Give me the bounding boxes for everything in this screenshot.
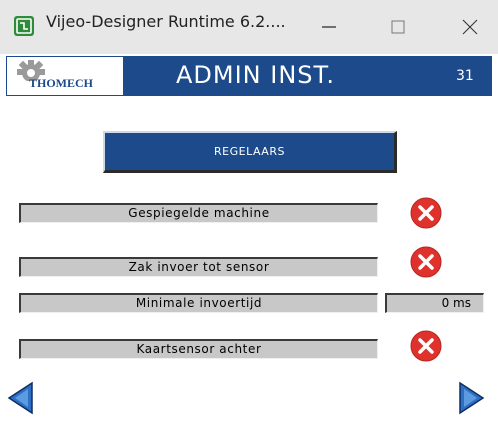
invoertijd-value-field[interactable]: 0 ms (385, 293, 484, 313)
error-x-icon[interactable] (410, 330, 442, 362)
thomech-logo: THOMECH (6, 56, 124, 96)
right-arrow-icon[interactable] (458, 380, 486, 416)
regelaars-button[interactable]: REGELAARS (103, 131, 397, 173)
window-title: Vijeo-Designer Runtime 6.2.... (46, 12, 286, 31)
setting-label-kaartsensor-achter: Kaartsensor achter (19, 339, 378, 359)
app-icon (14, 16, 34, 36)
screen-header: THOMECH ADMIN INST. 31 (6, 56, 492, 96)
error-x-icon[interactable] (410, 197, 442, 229)
close-button[interactable] (445, 0, 495, 54)
page-title: ADMIN INST. (176, 61, 335, 89)
logo-text: THOMECH (29, 76, 94, 90)
page-number: 31 (456, 68, 474, 84)
left-arrow-icon[interactable] (6, 380, 34, 416)
setting-label-minimale-invoertijd: Minimale invoertijd (19, 293, 378, 313)
title-bar: Vijeo-Designer Runtime 6.2.... (0, 0, 498, 54)
app-window: Vijeo-Designer Runtime 6.2.... THOMECH A… (0, 0, 498, 423)
setting-label-zak-invoer: Zak invoer tot sensor (19, 257, 378, 277)
close-icon (462, 19, 478, 35)
minimize-button[interactable] (304, 0, 354, 54)
setting-label-gespiegelde-machine: Gespiegelde machine (19, 203, 378, 223)
maximize-button[interactable] (373, 0, 423, 54)
minimize-icon (322, 26, 336, 28)
maximize-icon (391, 20, 405, 34)
error-x-icon[interactable] (410, 246, 442, 278)
